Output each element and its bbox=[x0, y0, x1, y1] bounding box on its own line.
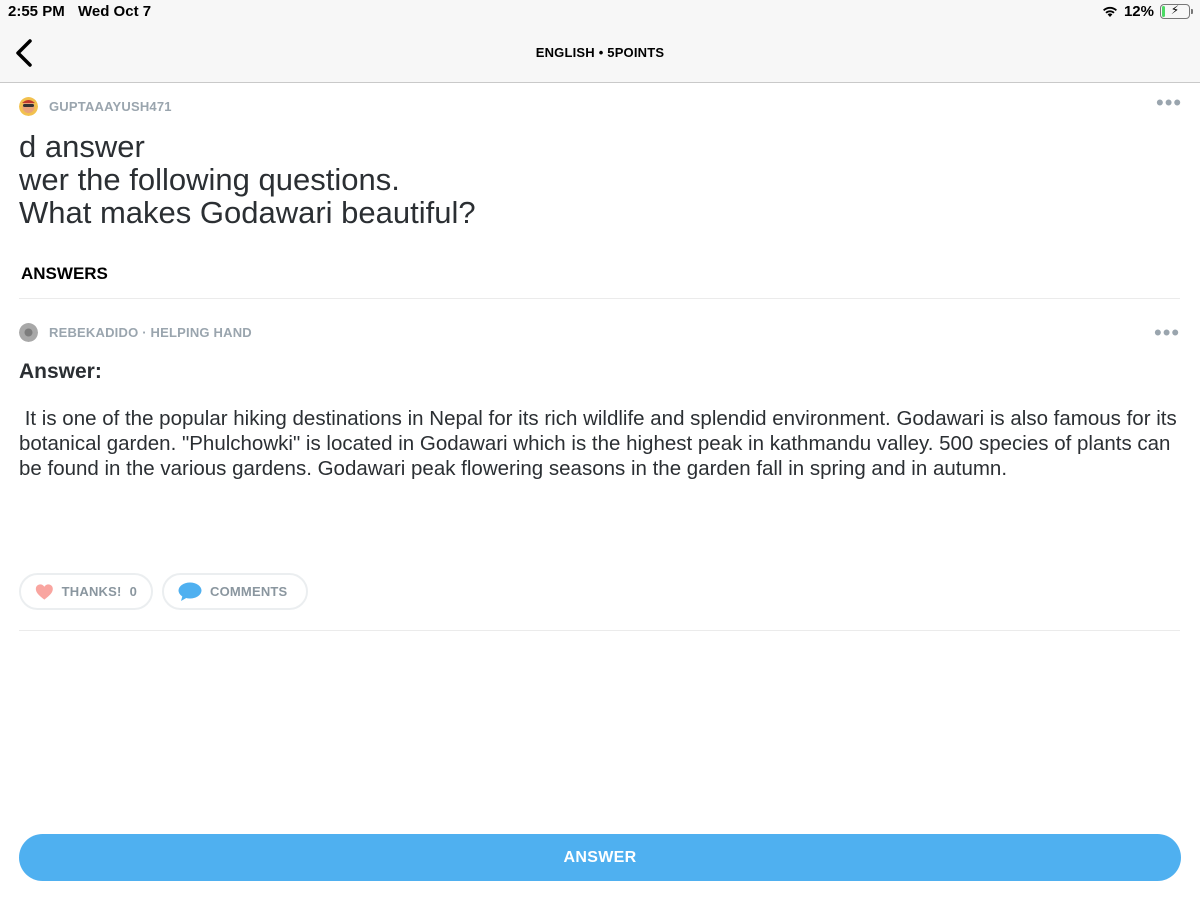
status-date: Wed Oct 7 bbox=[78, 3, 152, 20]
comments-button[interactable]: COMMENTS bbox=[162, 573, 308, 610]
question-line: wer the following questions. bbox=[19, 162, 400, 197]
answer-body: It is one of the popular hiking destinat… bbox=[19, 407, 1183, 480]
question-line: What makes Godawari beautiful? bbox=[19, 195, 476, 230]
question-text: d answer wer the following questions. Wh… bbox=[19, 130, 1169, 229]
avatar[interactable] bbox=[19, 97, 38, 116]
status-bar: 2:55 PM Wed Oct 7 12% ⚡ bbox=[0, 0, 1200, 24]
divider bbox=[19, 298, 1180, 299]
thanks-button[interactable]: THANKS! 0 bbox=[19, 573, 153, 610]
wifi-icon bbox=[1102, 6, 1117, 17]
comments-label: COMMENTS bbox=[210, 584, 288, 599]
thanks-label: THANKS! bbox=[61, 584, 122, 599]
divider bbox=[19, 630, 1180, 631]
status-indicators: 12% ⚡ bbox=[1102, 3, 1193, 20]
question-author[interactable]: GUPTAAAYUSH471 bbox=[49, 99, 172, 114]
question-line: d answer bbox=[19, 129, 145, 164]
heart-icon bbox=[35, 583, 53, 600]
comment-bubble-icon bbox=[178, 582, 202, 601]
battery-percent: 12% bbox=[1123, 3, 1154, 20]
status-time: 2:55 PM bbox=[8, 3, 65, 20]
question-author-row[interactable]: GUPTAAAYUSH471 bbox=[19, 97, 172, 116]
answer-button[interactable]: ANSWER bbox=[19, 834, 1181, 881]
more-dots-icon[interactable]: ••• bbox=[1156, 92, 1182, 114]
answer-author-row[interactable]: REBEKADIDO · HELPING HAND bbox=[19, 323, 252, 342]
thanks-count: 0 bbox=[129, 584, 137, 599]
answer-label: Answer: bbox=[19, 360, 102, 383]
answers-heading: ANSWERS bbox=[21, 264, 108, 283]
battery-icon: ⚡ bbox=[1160, 3, 1193, 19]
answer-author[interactable]: REBEKADIDO · HELPING HAND bbox=[49, 325, 252, 340]
more-dots-icon[interactable]: ••• bbox=[1154, 322, 1180, 344]
avatar[interactable] bbox=[19, 323, 38, 342]
nav-bar: ENGLISH • 5POINTS bbox=[0, 24, 1200, 83]
nav-title: ENGLISH • 5POINTS bbox=[535, 45, 665, 60]
charging-bolt-icon: ⚡ bbox=[1170, 3, 1180, 17]
